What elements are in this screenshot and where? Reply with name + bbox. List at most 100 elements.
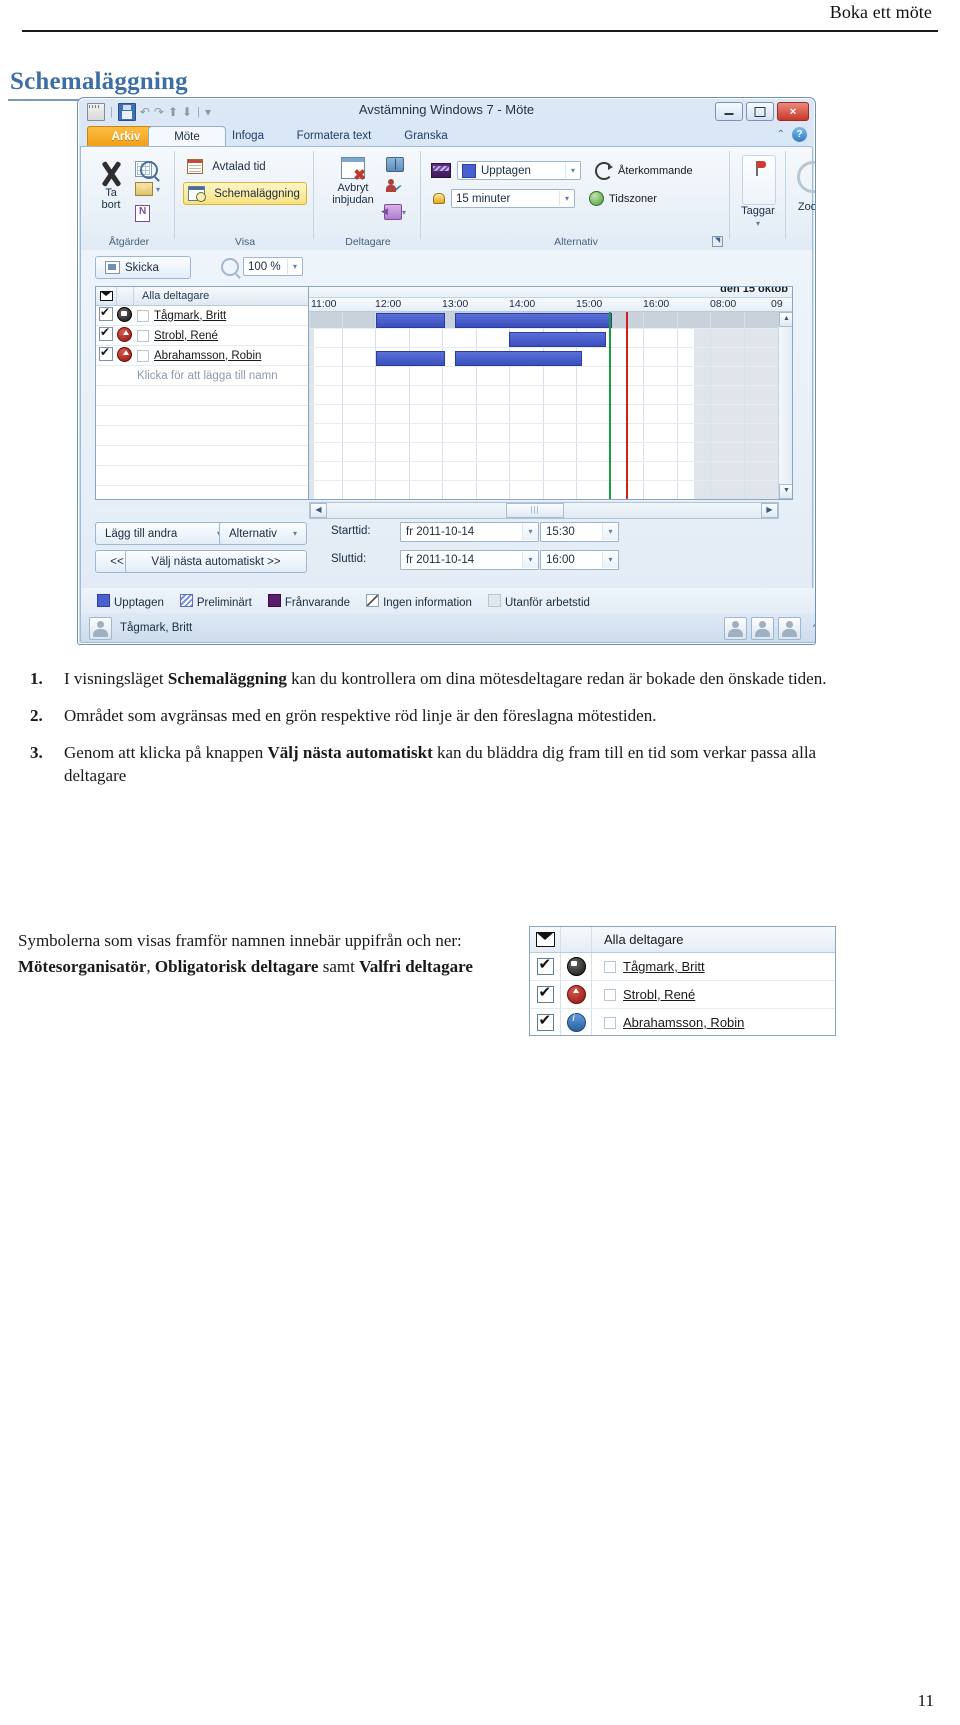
window-buttons[interactable]: ✕ [715,102,809,121]
legend-item-no-information: Ingen information [366,593,472,609]
empty-row[interactable] [96,466,308,486]
scroll-up-button[interactable]: ▲ [779,312,792,327]
chevron-down-icon[interactable]: ▾ [156,185,160,194]
attendee-resource-checkbox[interactable] [137,309,149,322]
autopick-next-button[interactable]: Välj nästa automatiskt >> [125,550,307,573]
attendee-resource-checkbox[interactable] [604,960,616,973]
timeline-horizontal-scrollbar[interactable]: ◀ ||| ▶ [309,502,779,519]
legend-item-busy: Upptagen [97,593,164,609]
add-attendee-row[interactable]: Klicka för att lägga till namn [96,366,308,386]
zoom-level-dropdown[interactable]: 100 % ▾ [243,257,303,276]
table-row[interactable]: Tågmark, Britt [96,305,308,326]
chevron-down-icon[interactable]: ▾ [293,529,297,538]
forward-button[interactable]: ▾ [135,182,160,196]
response-options-button[interactable]: ▾ [381,204,406,220]
tab-formatera-text[interactable]: Formatera text [272,126,396,147]
preview-button[interactable] [135,159,158,179]
attendee-name[interactable]: Abrahamsson, Robin [154,350,261,362]
zoom-control[interactable]: 100 % ▾ [221,257,303,276]
options-button[interactable]: Alternativ ▾ [219,522,307,545]
minimize-button[interactable] [715,102,743,121]
show-as-dropdown[interactable]: Upptagen ▾ [457,161,581,180]
avatar [89,616,112,640]
scrollbar-thumb[interactable]: ||| [506,503,564,518]
send-button[interactable]: Skicka [95,256,191,279]
chevron-down-icon[interactable]: ▾ [565,163,580,178]
attendee-resource-checkbox[interactable] [604,988,616,1001]
avatar[interactable] [750,616,774,640]
start-date-field[interactable]: fr 2011-10-14 ▾ [400,522,539,542]
scroll-left-button[interactable]: ◀ [310,503,327,518]
timeline-vertical-scrollbar[interactable]: ▲ ▼ [778,312,792,499]
reminder-dropdown[interactable]: 15 minuter ▾ [451,189,575,208]
attendee-checkbox[interactable] [96,305,116,324]
scroll-down-button[interactable]: ▼ [779,484,792,499]
recurrence-button[interactable]: Återkommande [595,161,693,180]
add-name-hint[interactable]: Klicka för att lägga till namn [132,370,278,382]
close-button[interactable]: ✕ [777,102,809,121]
delete-button[interactable]: Ta bort [91,159,131,211]
address-book-button[interactable] [386,157,404,172]
attendee-checkbox[interactable] [96,345,116,364]
attendee-name[interactable]: Strobl, René [154,330,218,342]
autopick-next-label: Välj nästa automatiskt >> [151,555,281,568]
empty-row[interactable] [96,426,308,446]
scroll-right-button[interactable]: ▶ [761,503,778,518]
tab-granska[interactable]: Granska [383,126,469,147]
collapse-ribbon-icon[interactable]: ⌃ [777,129,785,140]
time-tick: 15:00 [576,298,603,310]
help-icon[interactable]: ? [792,127,807,142]
chevron-down-icon[interactable]: ▾ [522,552,538,568]
end-time-field[interactable]: 16:00 ▾ [540,550,619,570]
empty-row[interactable] [96,406,308,426]
avatar[interactable] [723,616,747,640]
chevron-down-icon[interactable]: ▾ [522,524,538,540]
start-time-field[interactable]: 15:30 ▾ [540,522,619,542]
attendee-checkbox[interactable] [530,953,561,980]
view-appointment-button[interactable]: Avtalad tid [187,159,266,174]
organizer-icon [561,953,592,980]
list-item[interactable]: Strobl, René [530,981,835,1009]
attendee-resource-checkbox[interactable] [137,329,149,342]
zoom-button[interactable] [797,161,815,193]
cancel-invitation-button[interactable]: Avbryt inbjudan [324,157,382,206]
chevron-down-icon[interactable]: ▾ [287,259,302,274]
view-scheduling-button[interactable]: Schemaläggning [183,182,307,205]
timezones-button[interactable]: Tidszoner [589,191,657,206]
chevron-down-icon[interactable]: ▾ [602,524,618,540]
table-row[interactable]: Abrahamsson, Robin [96,345,308,366]
check-names-button[interactable]: ✔ [386,179,401,195]
list-item[interactable]: Tågmark, Britt [530,953,835,981]
table-row[interactable]: Strobl, René [96,325,308,346]
empty-row[interactable] [96,446,308,466]
empty-row[interactable] [96,386,308,406]
end-date-field[interactable]: fr 2011-10-14 ▾ [400,550,539,570]
empty-row[interactable] [96,486,308,506]
zoom-label: Zooma [797,201,815,213]
chevron-down-icon[interactable]: ▾ [559,191,574,206]
show-as-icon [431,163,451,178]
avatar[interactable] [777,616,801,640]
attendee-checkbox[interactable] [530,1009,561,1035]
attendee-resource-checkbox[interactable] [604,1016,616,1029]
attendee-name[interactable]: Strobl, René [623,987,695,1002]
dialog-launcher-icon[interactable]: ◥ [712,236,723,247]
attendee-name[interactable]: Tågmark, Britt [154,310,226,322]
chevron-down-icon[interactable]: ▾ [602,552,618,568]
ribbon-tabs[interactable]: Arkiv Möte Infoga Formatera text Granska… [78,125,815,149]
add-others-button[interactable]: Lägg till andra ▾ [95,522,231,545]
maximize-button[interactable] [746,102,774,121]
list-item[interactable]: Abrahamsson, Robin [530,1009,835,1035]
attendee-name[interactable]: Abrahamsson, Robin [623,1015,744,1030]
chevron-down-icon[interactable]: ▾ [733,219,783,228]
tags-button[interactable] [742,155,776,205]
attendee-resource-checkbox[interactable] [137,349,149,362]
attendee-checkbox[interactable] [530,981,561,1008]
list-item: 1. I visningsläget Schemaläggning kan du… [30,668,880,691]
free-busy-grid[interactable] [309,312,792,499]
attendee-name[interactable]: Tågmark, Britt [623,959,705,974]
onenote-button[interactable] [135,205,150,222]
chevron-down-icon[interactable]: ▾ [402,208,406,217]
expand-people-pane-icon[interactable]: ⌃ [805,622,815,635]
attendee-checkbox[interactable] [96,325,116,344]
